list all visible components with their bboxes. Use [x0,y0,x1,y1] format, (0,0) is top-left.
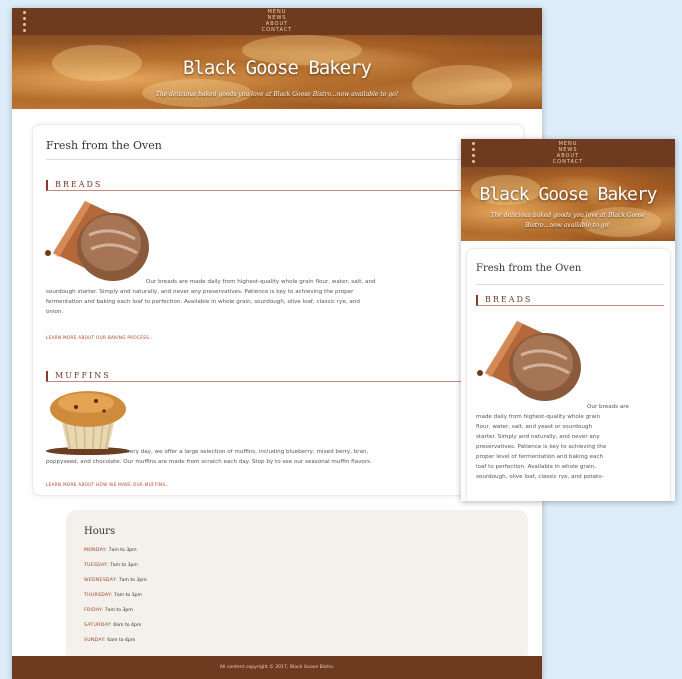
hours-row: Monday: 7am to 3pm [84,548,147,563]
muffins-text-1: Every day, we offer a large selection of… [123,449,369,455]
breads-learn-more-link[interactable]: LEARN MORE ABOUT OUR BAKING PROCESS... [46,335,154,340]
mobile-site-title: Black Goose Bakery [479,184,657,205]
mobile-breads-line: preservatives. Patience is key to achiev… [476,444,607,450]
mobile-products-card: Fresh from the Oven BREADS Our breads ar… [466,248,671,501]
breads-text-2: sourdough starter. Simply and naturally,… [46,289,354,295]
hours-time: 7am to 3pm [108,548,137,553]
muffin-image [46,391,130,455]
mobile-breads-line: flour, water, salt, and yeast or sourdou… [476,424,593,430]
mobile-breads-heading: BREADS [476,295,664,306]
products-card: Fresh from the Oven BREADS Our breads ar… [32,124,524,496]
nav-menu: MENU NEWS ABOUT CONTACT [12,9,542,33]
mobile-tagline-line: The delicious baked goods you love at Bl… [490,212,646,219]
hours-heading: Hours [84,526,116,537]
hours-day: Thursday: [84,593,113,598]
mobile-section-heading: Fresh from the Oven [476,263,582,274]
hours-row: Saturday: 6am to 4pm [84,623,147,638]
mobile-breads-line: proper level of fermentation and baking … [476,454,604,460]
hours-row: Thursday: 7am to 3pm [84,593,147,608]
muffins-heading: MUFFINS [46,371,523,382]
muffins-text-2: poppyseed, and chocolate. Our muffins ar… [46,459,372,465]
hours-row: Friday: 7am to 3pm [84,608,147,623]
hours-time: 7am to 3pm [118,578,147,583]
nav-contact-link[interactable]: CONTACT [12,27,542,33]
hours-day: Saturday: [84,623,112,628]
mobile-top-nav: MENU NEWS ABOUT CONTACT [461,139,675,167]
muffins-learn-more-link[interactable]: LEARN MORE ABOUT HOW WE MAKE OUR MUFFINS… [46,482,170,487]
hours-time: 6am to 4pm [107,638,136,643]
hours-time: 7am to 3pm [104,608,133,613]
mobile-preview: MENU NEWS ABOUT CONTACT Black Goose Bake… [461,139,675,501]
hours-time: 7am to 3pm [109,563,138,568]
mobile-breads-line: Our breads are [587,404,629,410]
hours-day: Friday: [84,608,104,613]
nav-contact-link[interactable]: CONTACT [461,159,675,165]
mobile-site-tagline: The delicious baked goods you love at Bl… [461,211,675,231]
hours-list: Monday: 7am to 3pm Tuesday: 7am to 3pm W… [84,548,147,653]
top-nav: MENU NEWS ABOUT CONTACT [12,8,542,35]
bread-image [477,321,581,401]
bread-image [45,201,149,281]
site-title: Black Goose Bakery [183,57,372,79]
hours-row: Wednesday: 7am to 3pm [84,578,147,593]
divider [476,284,664,285]
hours-day: Tuesday: [84,563,109,568]
breads-heading: BREADS [46,180,523,191]
hours-time: 7am to 3pm [113,593,142,598]
mobile-hero-banner: Black Goose Bakery The delicious baked g… [461,167,675,241]
mobile-nav-menu: MENU NEWS ABOUT CONTACT [461,141,675,165]
footer: All content copyright © 2017, Black Goos… [12,656,542,679]
hero-banner: Black Goose Bakery The delicious baked g… [12,35,542,109]
hours-day: Sunday: [84,638,106,643]
mobile-breads-line: sourdough, olive loaf, classic rye, and … [476,474,604,480]
hours-day: Monday: [84,548,108,553]
hours-panel: Hours Monday: 7am to 3pm Tuesday: 7am to… [66,510,528,662]
mobile-tagline-line: Bistro...now available to go! [525,222,611,229]
section-heading: Fresh from the Oven [46,139,162,152]
divider [46,159,523,160]
hours-day: Wednesday: [84,578,118,583]
mobile-breads-line: made daily from highest-quality whole gr… [476,414,600,420]
mobile-breads-line: starter. Simply and naturally, and never… [476,434,600,440]
hours-time: 6am to 4pm [113,623,142,628]
mobile-breads-line: loaf to perfection. Available in whole g… [476,464,597,470]
breads-text-4: onion. [46,309,64,315]
hours-row: Sunday: 6am to 4pm [84,638,147,653]
breads-text-3: fermentation and baking each loaf to per… [46,299,360,305]
hours-row: Tuesday: 7am to 3pm [84,563,147,578]
site-tagline: The delicious baked goods you love at Bl… [155,91,399,98]
